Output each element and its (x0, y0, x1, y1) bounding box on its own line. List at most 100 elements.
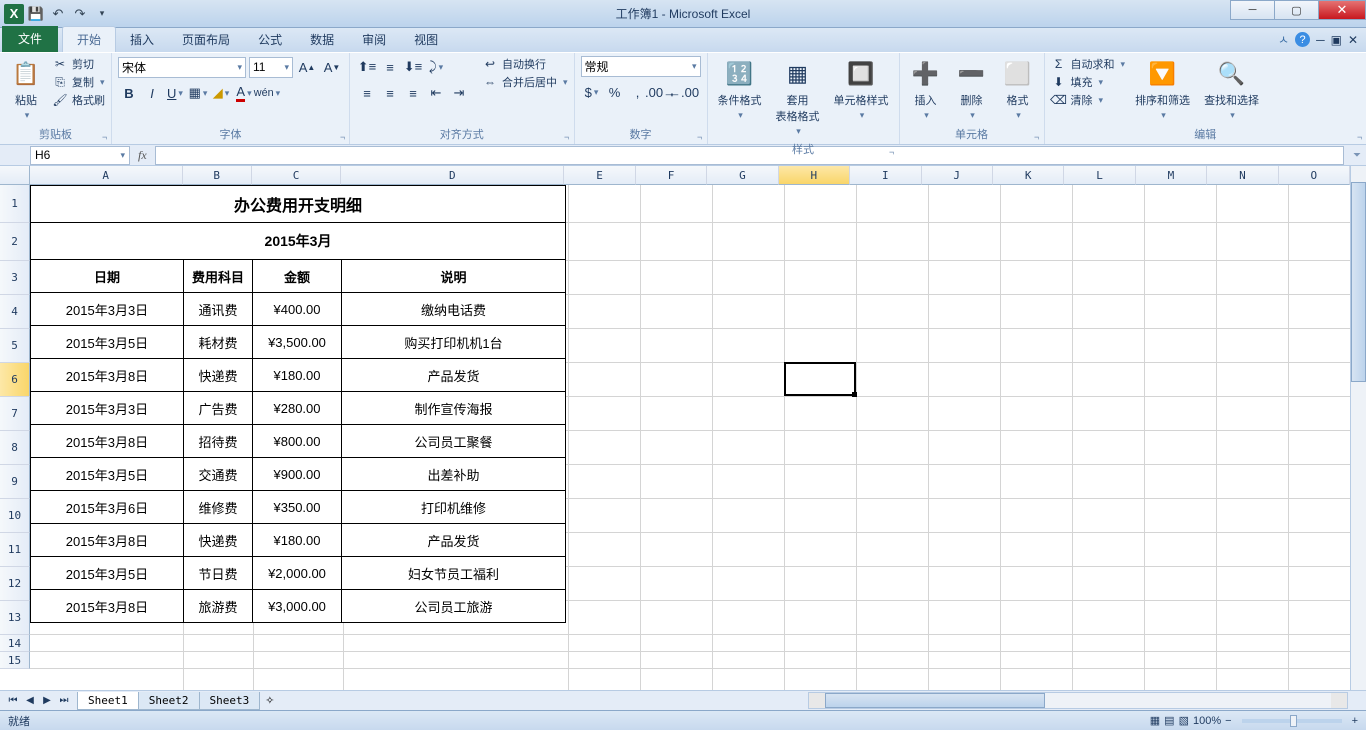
col-header-E[interactable]: E (564, 166, 635, 185)
table-cell[interactable]: 2015年3月5日 (31, 458, 184, 491)
table-cell[interactable]: 节日费 (184, 557, 253, 590)
col-header-A[interactable]: A (30, 166, 183, 185)
col-header-J[interactable]: J (922, 166, 993, 185)
table-cell[interactable]: 2015年3月8日 (31, 425, 184, 458)
excel-logo-icon[interactable]: X (4, 4, 24, 24)
fill-color-button[interactable]: ◢▾ (210, 82, 232, 104)
col-header-H[interactable]: H (779, 166, 850, 185)
row-header-10[interactable]: 10 (0, 499, 30, 533)
sheet-next-icon[interactable]: ▶ (40, 695, 54, 706)
table-cell[interactable]: 打印机维修 (342, 491, 566, 524)
row-header-15[interactable]: 15 (0, 652, 30, 669)
window-close-icon[interactable]: ✕ (1348, 33, 1358, 47)
align-top-icon[interactable]: ⬆≡ (356, 56, 378, 78)
col-header-C[interactable]: C (252, 166, 341, 185)
table-cell[interactable]: 快递费 (184, 359, 253, 392)
table-cell[interactable]: 购买打印机机1台 (342, 326, 566, 359)
col-header-L[interactable]: L (1064, 166, 1135, 185)
minimize-button[interactable]: ─ (1230, 0, 1275, 20)
phonetic-button[interactable]: wén▾ (256, 82, 278, 104)
redo-icon[interactable]: ↷ (70, 4, 90, 24)
minimize-ribbon-icon[interactable]: ㅅ (1278, 31, 1289, 48)
tab-data[interactable]: 数据 (296, 27, 348, 52)
table-cell[interactable]: ¥280.00 (253, 392, 342, 425)
increase-indent-icon[interactable]: ⇥ (448, 82, 470, 104)
col-header-N[interactable]: N (1207, 166, 1278, 185)
table-cell[interactable]: 2015年3月3日 (31, 293, 184, 326)
decrease-font-icon[interactable]: A▼ (321, 56, 343, 78)
copy-button[interactable]: ⎘复制▾ (52, 74, 105, 90)
sheet-prev-icon[interactable]: ◀ (23, 695, 37, 706)
col-date[interactable]: 日期 (31, 260, 184, 293)
vertical-scrollbar[interactable] (1350, 166, 1366, 690)
align-middle-icon[interactable]: ≡ (379, 56, 401, 78)
zoom-in-icon[interactable]: + (1352, 715, 1358, 727)
border-button[interactable]: ▦▾ (187, 82, 209, 104)
row-header-1[interactable]: 1 (0, 185, 30, 223)
fx-icon[interactable]: fx (130, 148, 155, 163)
tab-formulas[interactable]: 公式 (244, 27, 296, 52)
autosum-button[interactable]: Σ自动求和▾ (1051, 56, 1126, 72)
col-header-D[interactable]: D (341, 166, 564, 185)
table-cell[interactable]: 缴纳电话费 (342, 293, 566, 326)
table-cell[interactable]: 交通费 (184, 458, 253, 491)
zoom-thumb[interactable] (1290, 715, 1297, 727)
table-cell[interactable]: ¥3,500.00 (253, 326, 342, 359)
col-header-M[interactable]: M (1136, 166, 1207, 185)
table-cell[interactable]: 维修费 (184, 491, 253, 524)
col-header-O[interactable]: O (1279, 166, 1350, 185)
table-format-button[interactable]: ▦套用 表格格式▾ (772, 56, 824, 139)
undo-icon[interactable]: ↶ (48, 4, 68, 24)
decrease-decimal-icon[interactable]: ←.00 (673, 81, 695, 103)
table-title[interactable]: 办公费用开支明细 (31, 186, 566, 223)
table-cell[interactable]: ¥2,000.00 (253, 557, 342, 590)
table-cell[interactable]: ¥350.00 (253, 491, 342, 524)
view-normal-icon[interactable]: ▦ (1150, 714, 1160, 727)
col-amount[interactable]: 金额 (253, 260, 342, 293)
tab-review[interactable]: 审阅 (348, 27, 400, 52)
table-cell[interactable]: 2015年3月8日 (31, 590, 184, 623)
col-note[interactable]: 说明 (342, 260, 566, 293)
orientation-icon[interactable]: ⤸▾ (425, 56, 447, 78)
horizontal-scrollbar[interactable] (808, 692, 1348, 709)
table-cell[interactable]: 旅游费 (184, 590, 253, 623)
delete-cells-button[interactable]: ➖删除▾ (952, 56, 992, 123)
save-icon[interactable]: 💾 (26, 4, 46, 24)
sheet-first-icon[interactable]: ⏮ (6, 695, 20, 706)
col-header-B[interactable]: B (183, 166, 252, 185)
align-center-icon[interactable]: ≡ (379, 82, 401, 104)
tab-file[interactable]: 文件 (2, 26, 58, 52)
table-cell[interactable]: ¥3,000.00 (253, 590, 342, 623)
tab-view[interactable]: 视图 (400, 27, 452, 52)
col-header-K[interactable]: K (993, 166, 1064, 185)
view-layout-icon[interactable]: ▤ (1164, 714, 1174, 727)
increase-font-icon[interactable]: A▲ (296, 56, 318, 78)
tab-insert[interactable]: 插入 (116, 27, 168, 52)
table-cell[interactable]: 公司员工聚餐 (342, 425, 566, 458)
merge-center-button[interactable]: ⇔合并后居中▾ (482, 74, 568, 90)
qat-dropdown-icon[interactable]: ▾ (92, 4, 112, 24)
table-cell[interactable]: 快递费 (184, 524, 253, 557)
select-all-corner[interactable] (0, 166, 30, 185)
formula-bar-expand-icon[interactable]: ⏷ (1348, 150, 1366, 161)
table-cell[interactable]: ¥800.00 (253, 425, 342, 458)
col-header-F[interactable]: F (636, 166, 707, 185)
font-size-select[interactable]: 11▾ (249, 57, 293, 78)
table-cell[interactable]: ¥400.00 (253, 293, 342, 326)
h-scroll-thumb[interactable] (825, 693, 1045, 708)
col-category[interactable]: 费用科目 (184, 260, 253, 293)
align-right-icon[interactable]: ≡ (402, 82, 424, 104)
sheet-tab-Sheet3[interactable]: Sheet3 (199, 692, 261, 710)
row-header-13[interactable]: 13 (0, 601, 30, 635)
table-cell[interactable]: 2015年3月3日 (31, 392, 184, 425)
view-pagebreak-icon[interactable]: ▧ (1179, 714, 1189, 727)
paste-button[interactable]: 📋 粘贴 ▾ (6, 56, 46, 123)
new-sheet-icon[interactable]: ✧ (259, 694, 280, 707)
table-cell[interactable]: 妇女节员工福利 (342, 557, 566, 590)
row-header-7[interactable]: 7 (0, 397, 30, 431)
format-painter-button[interactable]: 🖌格式刷 (52, 92, 105, 108)
window-restore-icon[interactable]: ▣ (1331, 33, 1342, 47)
table-cell[interactable]: 广告费 (184, 392, 253, 425)
font-color-button[interactable]: A▾ (233, 82, 255, 104)
number-format-select[interactable]: 常规▾ (581, 56, 701, 77)
